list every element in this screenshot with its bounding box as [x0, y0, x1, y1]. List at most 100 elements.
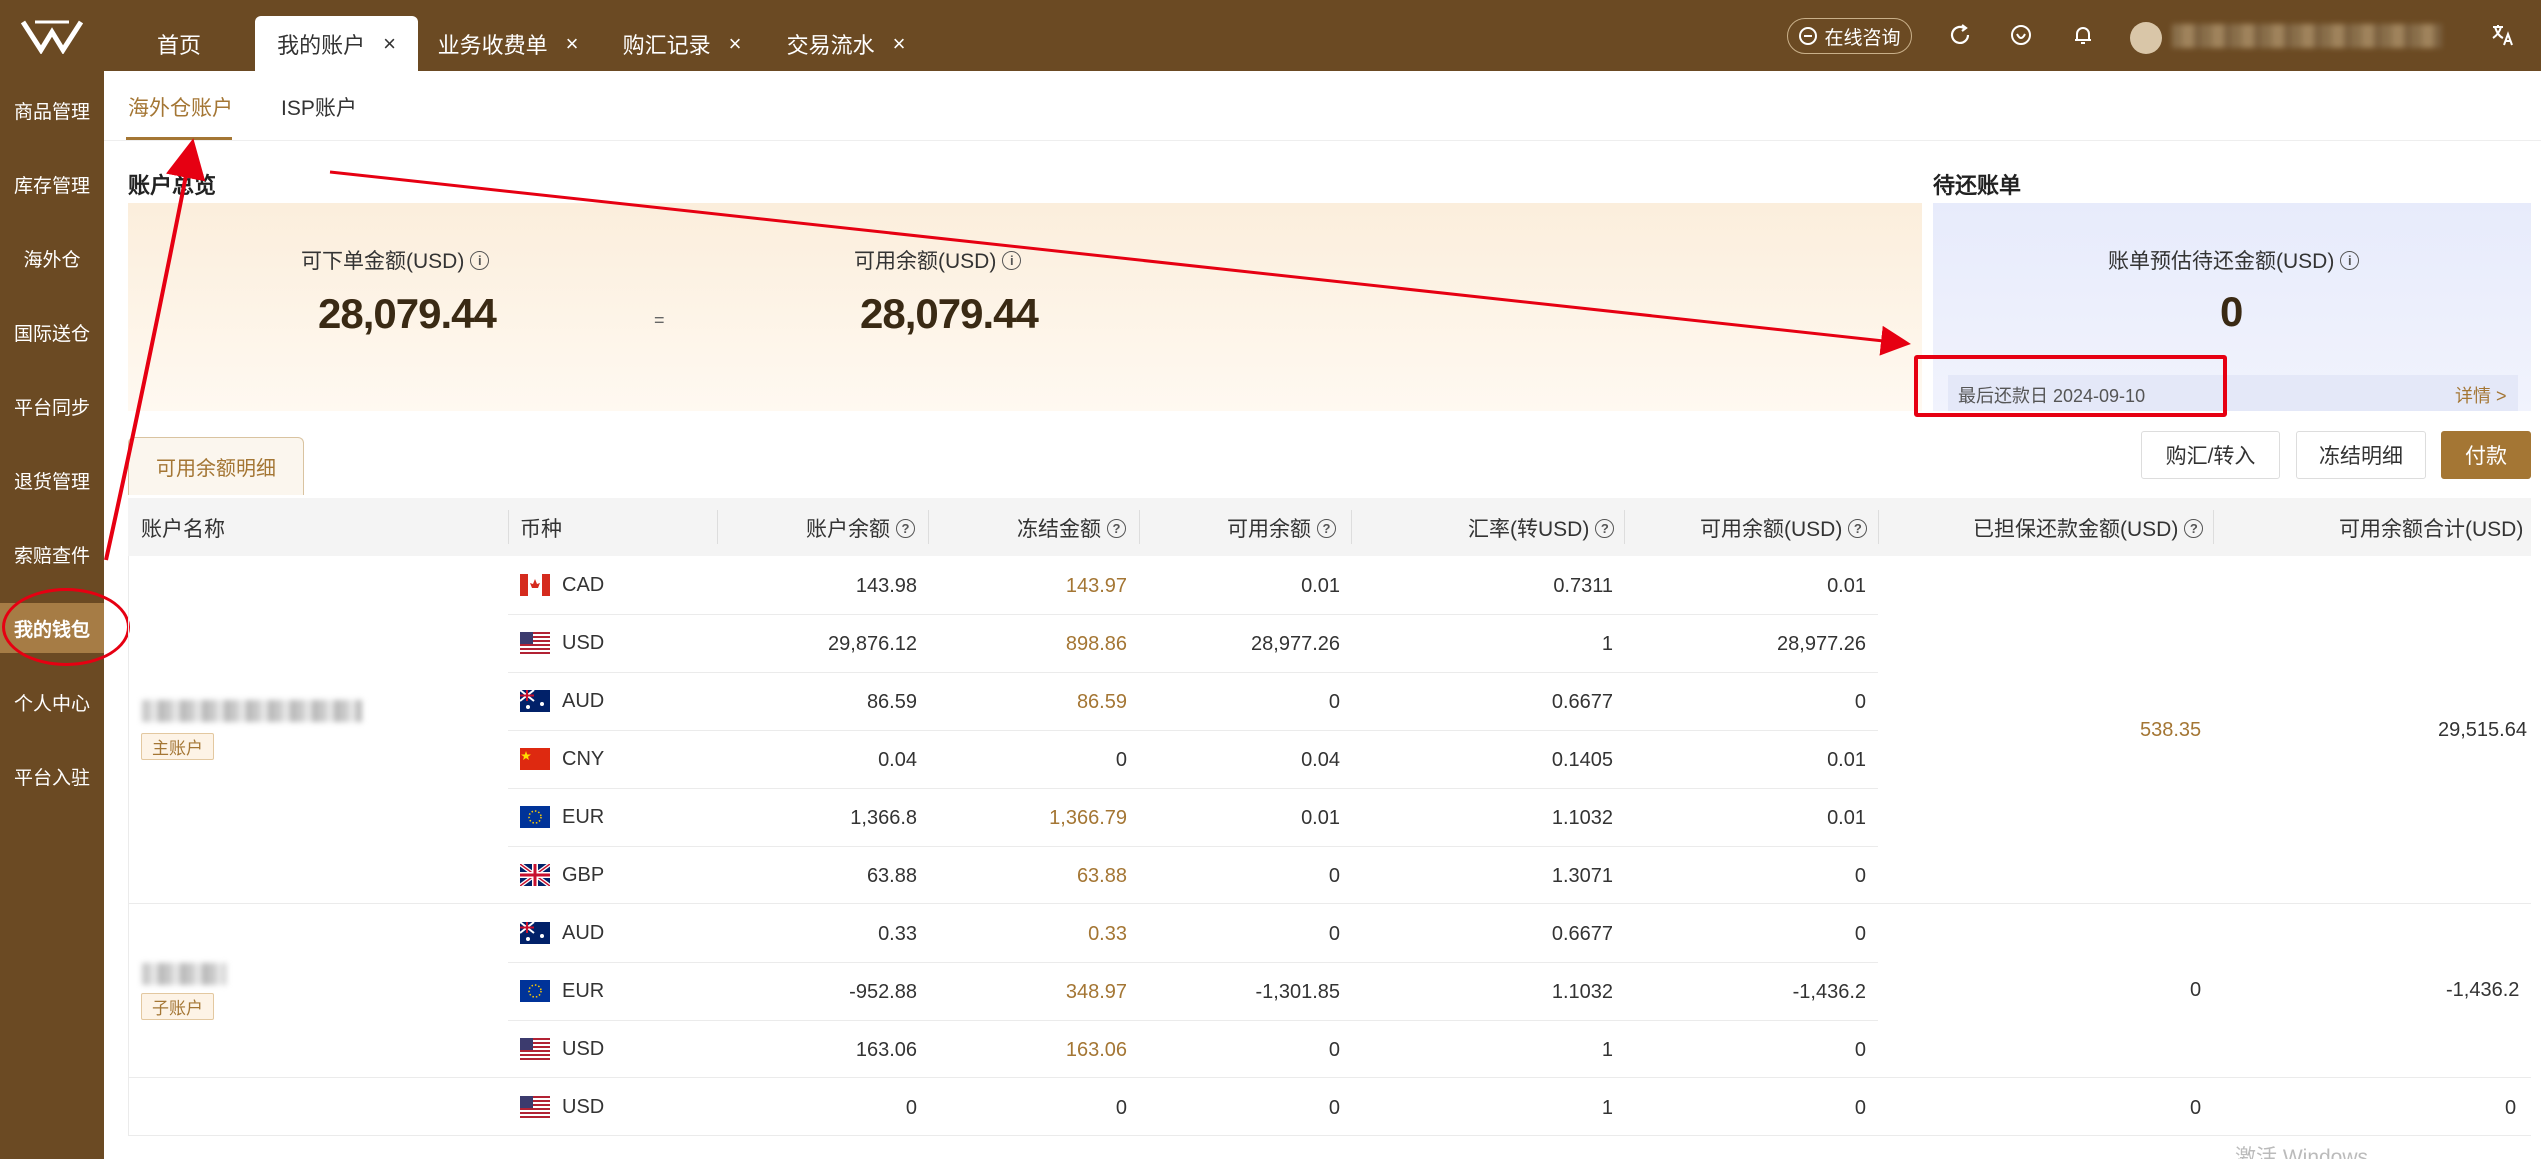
info-icon[interactable]: i [470, 250, 490, 270]
column-separator [717, 510, 718, 544]
online-consult-button[interactable]: 在线咨询 [1787, 18, 1912, 54]
refresh-icon[interactable] [1945, 20, 1975, 50]
tab-my-account[interactable]: 我的账户 × [255, 16, 418, 71]
currency-code: EUR [562, 980, 605, 1002]
help-icon[interactable]: ? [1107, 518, 1126, 538]
cell-available: 0 [1328, 1097, 1340, 1119]
col-header-currency: 币种 [520, 513, 562, 543]
tab-label: 首页 [156, 32, 201, 58]
available-balance-label: 可用余额(USD) i [854, 245, 1022, 275]
flag-aud-icon [519, 689, 550, 712]
flag-usd-icon [520, 632, 550, 654]
header-text: 汇率(转USD) [1468, 518, 1590, 541]
sidebar-item-returns[interactable]: 退货管理 [0, 460, 104, 500]
cell-available-usd: -1,436.2 [1792, 981, 1866, 1003]
cell-available: 0 [1328, 691, 1340, 713]
column-separator [2213, 510, 2214, 544]
bell-icon[interactable] [2068, 20, 2098, 50]
sidebar-item-label: 平台入驻 [13, 767, 90, 789]
sidebar-item-products[interactable]: 商品管理 [0, 90, 104, 130]
flag-aud-icon [519, 921, 550, 944]
details-link[interactable]: 详情 > [2455, 382, 2507, 408]
sidebar-item-overseas-warehouse[interactable]: 海外仓 [0, 238, 104, 278]
group-divider [128, 1077, 2531, 1078]
info-icon[interactable]: i [2340, 250, 2360, 270]
help-icon[interactable]: ? [896, 518, 915, 538]
pending-amount-value: 0 [2220, 288, 2243, 335]
frozen-details-button[interactable]: 冻结明细 [2296, 431, 2426, 479]
close-icon[interactable]: × [566, 31, 579, 57]
logo[interactable] [0, 0, 104, 71]
cell-available-usd: 0.01 [1827, 575, 1866, 597]
available-balance-detail-tab[interactable]: 可用余额明细 [128, 437, 304, 495]
currency-code: USD [562, 1038, 605, 1060]
available-total: 0 [2505, 1097, 2517, 1119]
help-icon[interactable]: ? [2184, 518, 2204, 538]
cell-balance: -952.88 [849, 981, 917, 1003]
tab-label: 交易流水 [786, 32, 875, 58]
close-icon[interactable]: × [383, 31, 396, 57]
col-header-total: 可用余额合计(USD) [2339, 513, 2523, 543]
username-blurred[interactable] [2172, 24, 2442, 48]
help-icon[interactable]: ? [1595, 518, 1615, 538]
heart-icon[interactable] [2006, 20, 2036, 50]
cell-balance: 63.88 [866, 865, 917, 887]
cell-frozen: 0 [1115, 749, 1127, 771]
cell-balance: 86.59 [866, 691, 917, 713]
pay-button[interactable]: 付款 [2441, 431, 2531, 479]
col-header-available: 可用余额? [1227, 513, 1336, 543]
flag-usd-icon [520, 1096, 550, 1118]
tab-home[interactable]: 首页 [127, 16, 231, 71]
cell-balance: 0.04 [878, 749, 917, 771]
subtab-isp-account[interactable]: ISP账户 [281, 92, 357, 122]
exchange-transfer-button[interactable]: 购汇/转入 [2141, 431, 2280, 479]
logo-icon [21, 20, 83, 54]
close-icon[interactable]: × [729, 31, 742, 57]
pending-bill-title: 待还账单 [1933, 173, 2022, 198]
subtab-overseas-account[interactable]: 海外仓账户 [128, 92, 233, 122]
column-separator [1139, 510, 1140, 544]
header-text: 账户余额 [806, 518, 890, 541]
close-icon[interactable]: × [893, 31, 906, 57]
column-separator [1624, 510, 1625, 544]
guaranteed-amount: 538.35 [2140, 719, 2202, 741]
sidebar-item-platform-onboarding[interactable]: 平台入驻 [0, 756, 104, 796]
sidebar-item-claims[interactable]: 索赔查件 [0, 534, 104, 574]
row-divider [508, 846, 1878, 847]
cell-frozen: 63.88 [1076, 865, 1127, 887]
sidebar-item-platform-sync[interactable]: 平台同步 [0, 386, 104, 426]
sidebar-item-inventory[interactable]: 库存管理 [0, 164, 104, 204]
tab-service-bills[interactable]: 业务收费单 × [428, 16, 588, 71]
header-text: 可用余额合计(USD) [2339, 518, 2524, 541]
sidebar-item-intl-delivery[interactable]: 国际送仓 [0, 312, 104, 352]
windows-watermark: 激活 Windows [2235, 1146, 2369, 1159]
avatar[interactable] [2130, 22, 2162, 54]
column-separator [508, 510, 509, 544]
tab-exchange-records[interactable]: 购汇记录 × [612, 16, 752, 71]
available-balance-value: 28,079.44 [860, 290, 1039, 337]
cell-available: 28,977.26 [1251, 633, 1340, 655]
currency-code: CAD [562, 574, 605, 596]
cell-available-usd: 0 [1854, 1097, 1866, 1119]
header-text: 可用余额 [1227, 518, 1311, 541]
translate-icon[interactable] [2488, 20, 2518, 50]
help-icon[interactable]: ? [1317, 518, 1336, 538]
cell-rate: 1.1032 [1551, 807, 1613, 829]
account-name-blurred [142, 963, 226, 985]
help-icon[interactable]: ? [1848, 518, 1868, 538]
col-header-frozen: 冻结金额? [1017, 513, 1126, 543]
row-divider [508, 730, 1878, 731]
orderable-amount-label: 可下单金额(USD) i [301, 245, 490, 275]
tab-transactions[interactable]: 交易流水 × [776, 16, 916, 71]
header-text: 可用余额(USD) [1700, 518, 1843, 541]
guaranteed-amount: 0 [2190, 1097, 2202, 1119]
cell-available: 0.01 [1301, 807, 1340, 829]
column-separator [1351, 510, 1352, 544]
tab-label: 购汇记录 [622, 32, 711, 58]
consult-label: 在线咨询 [1824, 27, 1901, 49]
guaranteed-amount: 0 [2190, 979, 2202, 1001]
info-icon[interactable]: i [1002, 250, 1022, 270]
header-text: 账户名称 [141, 518, 225, 541]
sidebar-item-profile[interactable]: 个人中心 [0, 682, 104, 722]
cell-rate: 1 [1601, 1039, 1613, 1061]
